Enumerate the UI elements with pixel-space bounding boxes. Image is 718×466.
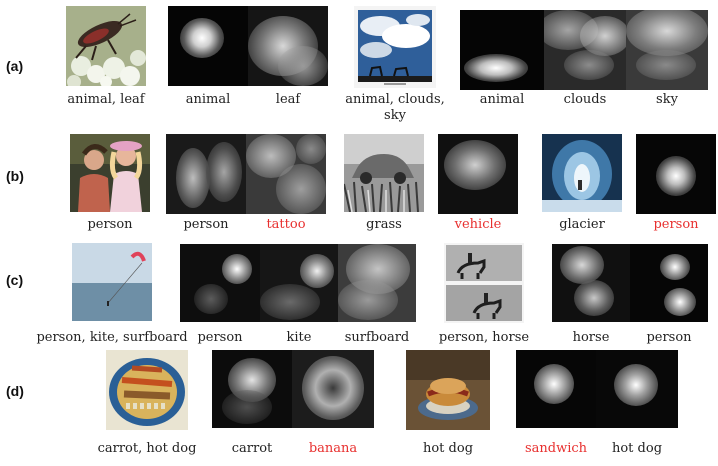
heatmap-person [630,244,708,322]
caption-image-labels: person, horse [438,330,530,345]
heatmap-hotdog [596,350,678,428]
caption-surfboard: surfboard [344,330,410,345]
caption-person: person [653,217,699,232]
row-label-c: (c) [6,272,24,288]
row-label-b: (b) [6,168,24,184]
photo-car-in-grass [343,134,424,213]
caption-horse: horse [572,330,610,345]
heatmap-person [180,244,260,322]
heatmap-clouds [544,10,626,90]
heatmap-person [166,134,246,214]
caption-image-labels: grass [366,217,402,232]
heatmap-surfboard [338,244,416,322]
caption-animal: animal [479,92,525,107]
caption-banana: banana [308,441,358,456]
caption-image-labels: animal, clouds, sky [345,92,445,123]
caption-vehicle: vehicle [454,217,502,232]
heatmap-banana [292,350,374,428]
caption-clouds: clouds [563,92,607,107]
photo-animals-under-clouds [354,6,436,88]
caption-image-labels: person [87,217,133,232]
photo-glacier-tunnel [542,134,622,212]
caption-person: person [197,330,243,345]
heatmap-carrot [212,350,292,428]
caption-image-labels: person, kite, surfboard [36,330,188,345]
caption-kite: kite [286,330,312,345]
heatmap-horse [552,244,630,322]
heatmap-sandwich [516,350,596,428]
heatmap-animal [168,6,248,86]
photo-hotdog-on-plate [406,350,490,430]
caption-carrot: carrot [231,441,273,456]
photo-kite-surfing [72,243,152,321]
row-label-d: (d) [6,383,24,399]
caption-image-labels: carrot, hot dog [97,441,197,456]
row-label-a: (a) [6,58,24,74]
caption-animal: animal [185,92,231,107]
caption-person: person [646,330,692,345]
caption-image-labels: hot dog [422,441,474,456]
caption-person: person [183,217,229,232]
heatmap-leaf [248,6,328,86]
photo-two-people [70,134,150,212]
caption-leaf: leaf [275,92,301,107]
heatmap-sky [626,10,708,90]
caption-sky: sky [656,92,678,107]
photo-plate-carrots-hotdogs [106,350,188,430]
caption-tattoo: tattoo [266,217,306,232]
photo-bug-on-flowers [66,6,146,89]
caption-sandwich: sandwich [524,441,588,456]
heatmap-vehicle [438,134,518,214]
heatmap-tattoo [246,134,326,214]
heatmap-animal [460,10,544,90]
heatmap-kite [260,244,338,322]
caption-hotdog: hot dog [611,441,663,456]
caption-image-labels: animal, leaf [67,92,145,107]
heatmap-person [636,134,716,214]
photo-horse-riders [444,243,524,323]
caption-image-labels: glacier [559,217,605,232]
